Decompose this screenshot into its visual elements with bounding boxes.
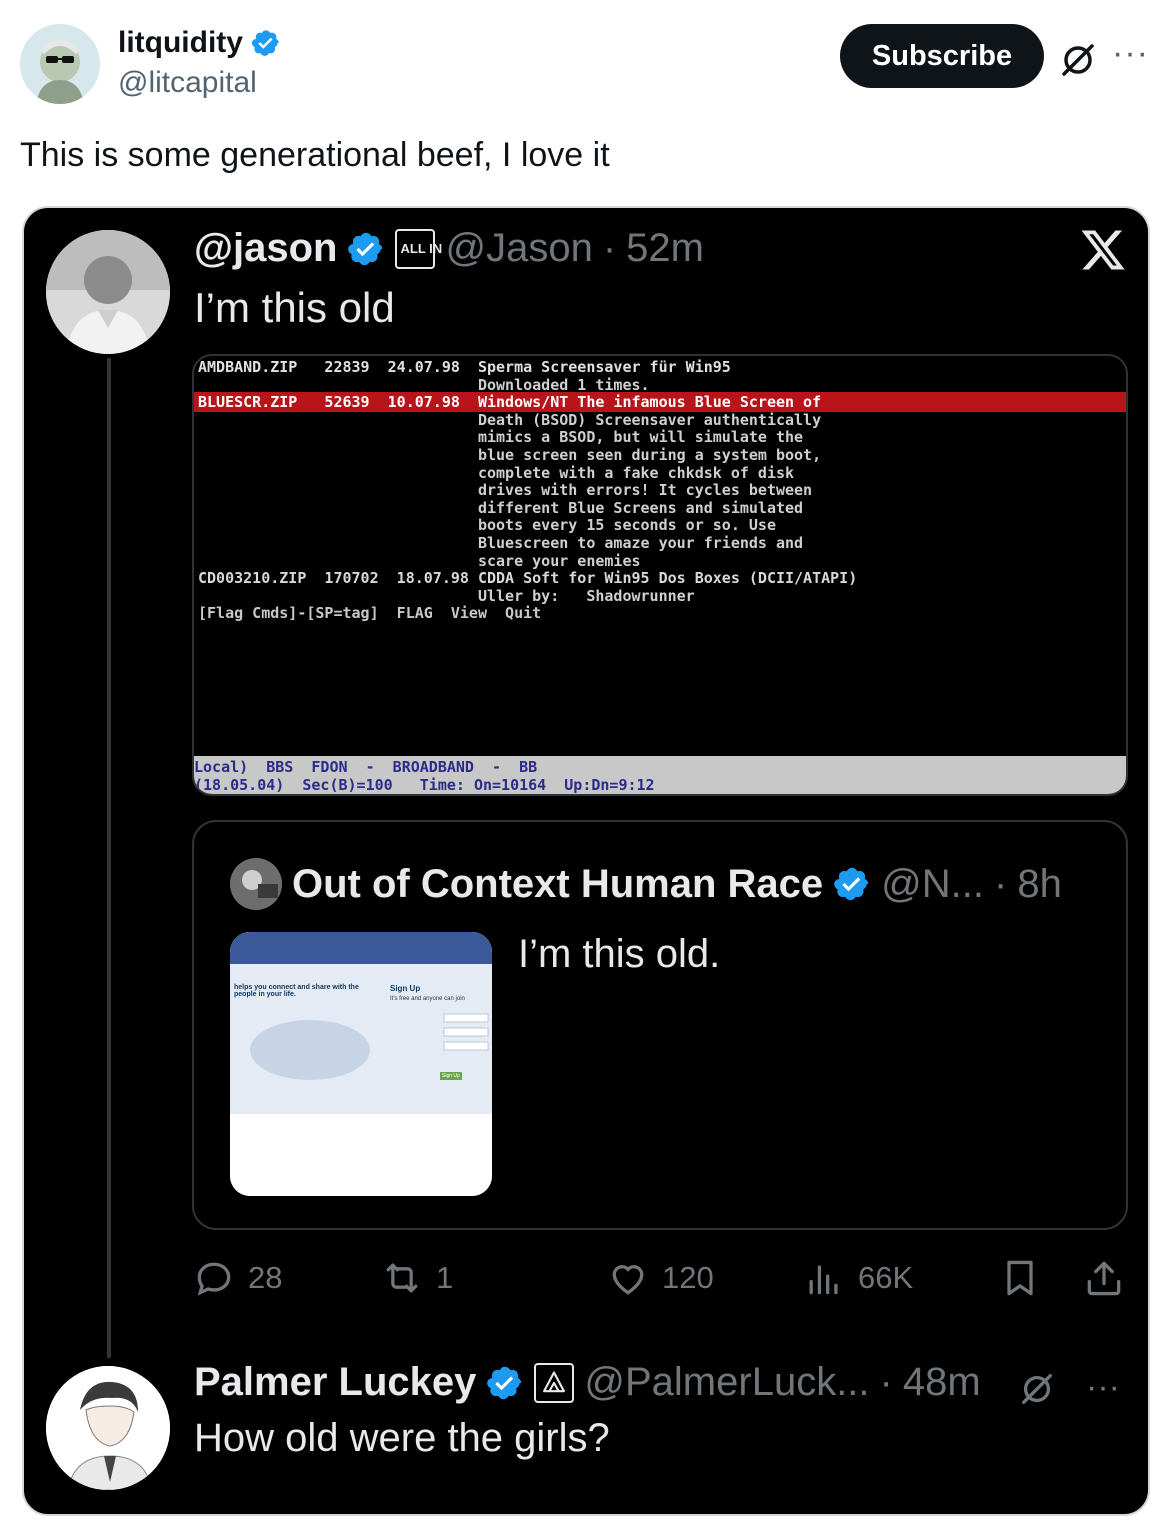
repost-icon	[386, 1263, 418, 1293]
status-line-1: Local) BBS FDON - BROADBAND - BB	[194, 758, 538, 776]
terminal-line: Bluescreen to amaze your friends and	[198, 534, 804, 552]
quoted-avatar[interactable]	[230, 858, 282, 910]
bookmark-button[interactable]	[998, 1256, 1042, 1300]
quoted-tweet-text: I’m this old.	[518, 932, 721, 976]
repost-count: 1	[436, 1260, 454, 1295]
thumbnail-tagline: helps you connect and share with the peo…	[234, 984, 359, 998]
bookmark-icon	[1007, 1260, 1033, 1296]
reply-icon	[197, 1262, 231, 1296]
terminal-line: Death (BSOD) Screensaver authentically	[198, 410, 822, 429]
terminal-line: Downloaded 1 times.	[198, 375, 650, 394]
terminal-line: AMDBAND.ZIP 22839 24.07.98 Sperma Screen…	[198, 358, 731, 376]
terminal-line: blue screen seen during a system boot,	[198, 446, 822, 464]
reply-button[interactable]: 28	[192, 1256, 282, 1300]
palmer-display-name[interactable]: Palmer Luckey	[194, 1360, 476, 1405]
repost-button[interactable]: 1	[380, 1256, 453, 1300]
author-name-block: litquidity @litcapital	[118, 26, 281, 100]
terminal-line: different Blue Screens and simulated	[198, 498, 804, 517]
verified-badge-icon	[487, 1366, 522, 1399]
quoted-tweet-header: Out of Context Human Race @N... · 8h	[230, 858, 1062, 910]
grok-icon[interactable]	[1058, 40, 1098, 80]
jason-display-name[interactable]: @jason	[194, 226, 337, 271]
terminal-line: mimics a BSOD, but will simulate the	[198, 428, 804, 447]
tweet-actions-bar: 28 1 120 66K	[192, 1248, 1128, 1308]
palmer-reply-header: Palmer Luckey @PalmerLuck... · 48m	[194, 1360, 981, 1405]
jason-tweet-header: @jason ALL IN @Jason · 52m	[194, 226, 704, 271]
palmer-handle[interactable]: @PalmerLuck...	[584, 1360, 869, 1405]
terminal-screenshot-image[interactable]: AMDBAND.ZIP 22839 24.07.98 Sperma Screen…	[192, 354, 1128, 796]
quoted-tweet[interactable]: Out of Context Human Race @N... · 8h hel…	[192, 820, 1128, 1230]
terminal-line: boots every 15 seconds or so. Use	[198, 516, 776, 535]
terminal-line: scare your enemies	[198, 551, 641, 570]
anduril-affiliation-badge[interactable]	[534, 1362, 575, 1403]
all-in-affiliation-badge[interactable]: ALL IN	[395, 228, 442, 269]
quoted-media-thumbnail[interactable]: helps you connect and share with the peo…	[230, 932, 492, 1196]
share-icon	[1087, 1261, 1121, 1296]
palmer-avatar[interactable]	[46, 1366, 170, 1490]
terminal-line: Uller by: Shadowrunner	[198, 586, 695, 605]
terminal-line: BLUESCR.ZIP 52639 10.07.98 Windows/NT Th…	[198, 393, 822, 412]
like-count: 120	[662, 1260, 714, 1295]
subscribe-button[interactable]: Subscribe	[840, 24, 1044, 88]
terminal-line: complete with a fake chkdsk of disk	[198, 463, 795, 482]
thread-connector-line	[107, 358, 111, 1358]
palmer-timestamp[interactable]: 48m	[903, 1360, 981, 1405]
views-chart-icon	[809, 1265, 838, 1295]
terminal-line: drives with errors! It cycles between	[198, 481, 813, 500]
verified-badge-icon	[834, 867, 869, 901]
author-name-text[interactable]: litquidity	[118, 26, 243, 60]
embedded-tweet-screenshot[interactable]: @jason ALL IN @Jason · 52m I’m this old …	[22, 206, 1150, 1516]
tweet-text: This is some generational beef, I love i…	[20, 136, 610, 174]
more-options-icon[interactable]: ···	[1112, 34, 1149, 73]
grok-icon[interactable]	[1018, 1370, 1056, 1408]
terminal-line: [Flag Cmds]-[SP=tag] FLAG View Quit	[198, 604, 542, 623]
terminal-status-bar: Local) BBS FDON - BROADBAND - BB (18.05.…	[194, 756, 1126, 794]
quoted-display-name[interactable]: Out of Context Human Race	[292, 862, 823, 907]
author-avatar[interactable]	[20, 24, 100, 104]
separator-dot: ·	[602, 226, 617, 270]
views-button[interactable]: 66K	[802, 1256, 913, 1300]
thumbnail-signup-title: Sign Up	[390, 984, 421, 993]
x-logo-icon	[1081, 230, 1125, 270]
status-line-2: (18.05.04) Sec(B)=100 Time: On=10164 Up:…	[194, 776, 655, 794]
palmer-reply-text: How old were the girls?	[194, 1416, 610, 1460]
views-count: 66K	[858, 1260, 914, 1295]
thumbnail-signup-button: Sign Up	[442, 1073, 460, 1079]
jason-tweet-text: I’m this old	[194, 284, 395, 331]
quoted-timestamp[interactable]: 8h	[1017, 862, 1062, 907]
share-button[interactable]	[1082, 1256, 1126, 1300]
separator-dot: ·	[879, 1360, 893, 1404]
separator-dot: ·	[994, 861, 1008, 906]
heart-icon	[612, 1265, 644, 1295]
verified-badge-icon	[348, 232, 383, 265]
jason-handle[interactable]: @Jason	[445, 226, 592, 271]
verified-badge-icon	[251, 30, 279, 56]
anduril-logo-icon	[543, 1370, 566, 1392]
more-options-icon[interactable]: ···	[1086, 1368, 1120, 1407]
author-handle[interactable]: @litcapital	[118, 66, 281, 100]
author-display-name[interactable]: litquidity	[118, 26, 281, 60]
thumbnail-signup-subtitle: It's free and anyone can join	[390, 996, 465, 1002]
jason-avatar[interactable]	[46, 230, 170, 354]
terminal-line: CD003210.ZIP 170702 18.07.98 CDDA Soft f…	[198, 569, 858, 588]
like-button[interactable]: 120	[606, 1256, 714, 1300]
reply-count: 28	[248, 1260, 283, 1295]
jason-timestamp[interactable]: 52m	[626, 226, 704, 271]
quoted-handle[interactable]: @N...	[881, 862, 984, 907]
